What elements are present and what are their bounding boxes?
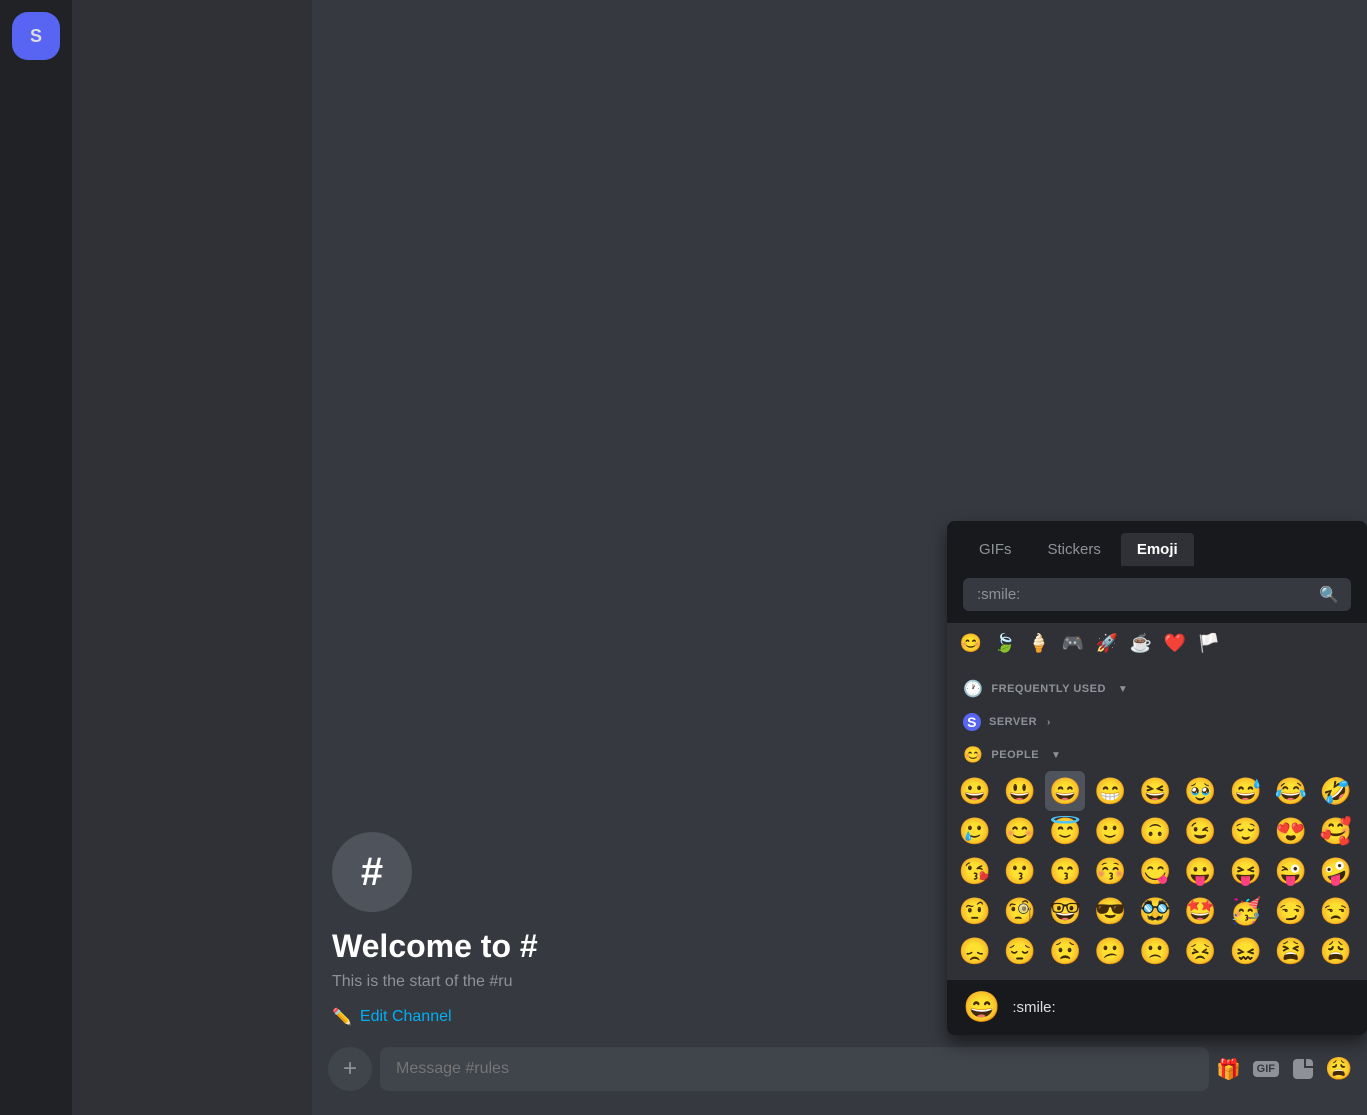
preview-emoji: 😄 <box>963 990 1000 1025</box>
emoji-category-nav: 😊 🍃 🍦 🎮 🚀 ☕ ❤️ 🏳️ <box>947 623 1367 663</box>
message-input-wrapper <box>380 1047 1209 1091</box>
emoji-cell[interactable]: 😟 <box>1045 931 1085 971</box>
category-nav-activities[interactable]: 🎮 <box>1057 627 1089 659</box>
message-toolbar: 🎁 GIF 😩 <box>1217 1057 1351 1081</box>
emoji-cell[interactable]: 😀 <box>955 771 995 811</box>
emoji-cell[interactable]: 🤩 <box>1181 891 1221 931</box>
edit-channel-button[interactable]: ✏️ Edit Channel <box>332 1007 452 1027</box>
emoji-cell[interactable]: 😖 <box>1226 931 1266 971</box>
tab-stickers[interactable]: Stickers <box>1032 533 1117 566</box>
server-icon-s[interactable]: S <box>12 12 60 60</box>
emoji-picker-tabs: GIFs Stickers Emoji <box>947 521 1367 566</box>
arrow-server: › <box>1047 717 1051 728</box>
search-icon: 🔍 <box>1319 585 1339 605</box>
tab-emoji[interactable]: Emoji <box>1121 533 1194 566</box>
emoji-cell[interactable]: 🧐 <box>1000 891 1040 931</box>
main-content: # Welcome to # This is the start of the … <box>312 0 1367 1115</box>
emoji-cell[interactable]: 😎 <box>1090 891 1130 931</box>
tab-gifs[interactable]: GIFs <box>963 533 1028 566</box>
emoji-cell[interactable]: 😁 <box>1090 771 1130 811</box>
category-nav-people[interactable]: 😊 <box>955 627 987 659</box>
section-header-people: 😊 PEOPLE ▼ <box>947 737 1367 771</box>
emoji-cell[interactable]: 😩 <box>1316 931 1356 971</box>
emoji-grid-area: 🕐 FREQUENTLY USED ▼ S SERVER › 😊 PEOPLE … <box>947 663 1367 979</box>
emoji-grid-row-1: 🥲 😊 😇 🙂 🙃 😉 😌 😍 🥰 <box>947 811 1367 851</box>
emoji-cell[interactable]: 😏 <box>1271 891 1311 931</box>
emoji-search-bar: 🔍 <box>947 566 1367 623</box>
emoji-cell[interactable]: 😘 <box>955 851 995 891</box>
emoji-cell[interactable]: 😆 <box>1135 771 1175 811</box>
emoji-cell[interactable]: 😣 <box>1181 931 1221 971</box>
category-nav-flags[interactable]: 🏳️ <box>1193 627 1225 659</box>
emoji-cell[interactable]: 🙁 <box>1135 931 1175 971</box>
emoji-cell[interactable]: 😕 <box>1090 931 1130 971</box>
emoji-cell-selected[interactable]: 😄 <box>1045 771 1085 811</box>
emoji-cell[interactable]: 😃 <box>1000 771 1040 811</box>
emoji-cell[interactable]: 🥸 <box>1135 891 1175 931</box>
emoji-cell[interactable]: 🤓 <box>1045 891 1085 931</box>
emoji-grid-row-3: 🤨 🧐 🤓 😎 🥸 🤩 🥳 😏 😒 <box>947 891 1367 931</box>
emoji-cell[interactable]: 😂 <box>1271 771 1311 811</box>
emoji-cell[interactable]: 😅 <box>1226 771 1266 811</box>
app-layout: S # Welcome to # This is the start of th… <box>0 0 1367 1115</box>
emoji-cell[interactable]: 😍 <box>1271 811 1311 851</box>
emoji-cell[interactable]: 😙 <box>1045 851 1085 891</box>
emoji-cell[interactable]: 🥲 <box>955 811 995 851</box>
emoji-cell[interactable]: 😊 <box>1000 811 1040 851</box>
emoji-picker: GIFs Stickers Emoji 🔍 😊 🍃 <box>947 521 1367 1035</box>
emoji-grid-row-4: 😞 😔 😟 😕 🙁 😣 😖 😫 😩 <box>947 931 1367 971</box>
gift-icon[interactable]: 🎁 <box>1217 1057 1241 1081</box>
message-input[interactable] <box>396 1060 1193 1078</box>
emoji-cell[interactable]: 😒 <box>1316 891 1356 931</box>
add-attachment-button[interactable]: + <box>328 1047 372 1091</box>
emoji-grid-row-2: 😘 😗 😙 😚 😋 😛 😝 😜 🤪 <box>947 851 1367 891</box>
message-input-area: + 🎁 GIF 😩 <box>312 1047 1367 1115</box>
category-nav-travel[interactable]: 🚀 <box>1091 627 1123 659</box>
emoji-cell[interactable]: 😛 <box>1181 851 1221 891</box>
section-header-server: S SERVER › <box>947 705 1367 737</box>
chevron-frequently-used: ▼ <box>1118 684 1128 695</box>
emoji-search-input[interactable] <box>963 578 1351 611</box>
emoji-cell[interactable]: 🙂 <box>1090 811 1130 851</box>
pencil-icon: ✏️ <box>332 1007 352 1027</box>
server-list: S <box>0 0 72 1115</box>
emoji-cell[interactable]: 🥹 <box>1181 771 1221 811</box>
emoji-cell[interactable]: 😋 <box>1135 851 1175 891</box>
emoji-cell[interactable]: 😌 <box>1226 811 1266 851</box>
chevron-people: ▼ <box>1051 750 1061 761</box>
category-nav-food[interactable]: 🍦 <box>1023 627 1055 659</box>
emoji-cell[interactable]: 😉 <box>1181 811 1221 851</box>
section-icon-people: 😊 <box>963 745 983 765</box>
emoji-cell[interactable]: 🤪 <box>1316 851 1356 891</box>
emoji-cell[interactable]: 😫 <box>1271 931 1311 971</box>
sticker-icon[interactable] <box>1291 1057 1315 1081</box>
emoji-picker-button[interactable]: 😩 <box>1327 1057 1351 1081</box>
channel-sidebar <box>72 0 312 1115</box>
section-icon-server: S <box>963 713 981 731</box>
emoji-cell[interactable]: 🥰 <box>1316 811 1356 851</box>
category-nav-objects[interactable]: ☕ <box>1125 627 1157 659</box>
emoji-cell[interactable]: 🤣 <box>1316 771 1356 811</box>
emoji-cell[interactable]: 😝 <box>1226 851 1266 891</box>
emoji-cell[interactable]: 🙃 <box>1135 811 1175 851</box>
emoji-cell[interactable]: 😞 <box>955 931 995 971</box>
emoji-grid-row-0: 😀 😃 😄 😁 😆 🥹 😅 😂 🤣 <box>947 771 1367 811</box>
emoji-cell[interactable]: 😗 <box>1000 851 1040 891</box>
emoji-preview-bar: 😄 :smile: <box>947 979 1367 1035</box>
section-header-frequently-used: 🕐 FREQUENTLY USED ▼ <box>947 671 1367 705</box>
emoji-cell[interactable]: 😜 <box>1271 851 1311 891</box>
emoji-cell[interactable]: 🤨 <box>955 891 995 931</box>
section-icon-frequently-used: 🕐 <box>963 679 983 699</box>
channel-hash-icon: # <box>332 832 412 912</box>
category-nav-symbols[interactable]: ❤️ <box>1159 627 1191 659</box>
category-nav-nature[interactable]: 🍃 <box>989 627 1021 659</box>
gif-button[interactable]: GIF <box>1253 1061 1279 1077</box>
emoji-search-wrapper: 🔍 <box>963 578 1351 611</box>
emoji-cell[interactable]: 😚 <box>1090 851 1130 891</box>
emoji-cell[interactable]: 🥳 <box>1226 891 1266 931</box>
emoji-cell[interactable]: 😔 <box>1000 931 1040 971</box>
emoji-cell[interactable]: 😇 <box>1045 811 1085 851</box>
preview-emoji-name: :smile: <box>1012 999 1055 1016</box>
